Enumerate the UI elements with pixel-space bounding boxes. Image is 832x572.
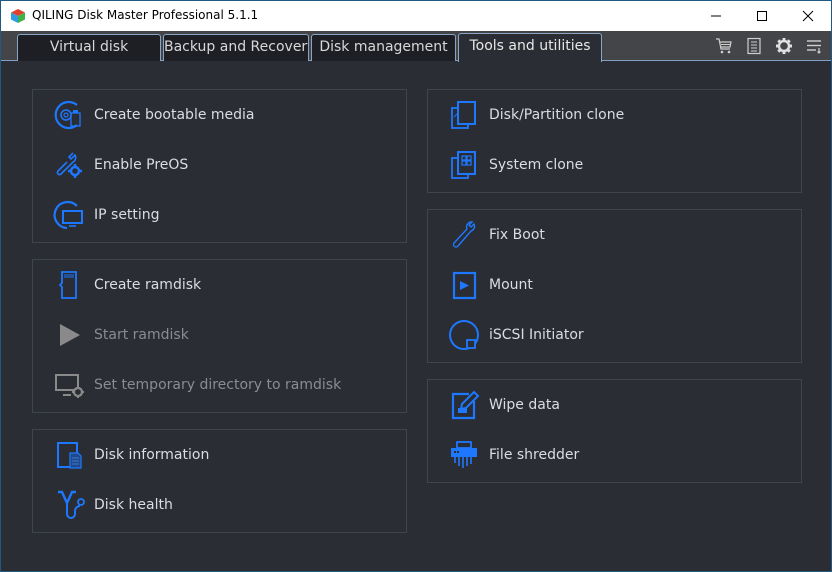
wipe-edit-icon [451, 390, 480, 420]
item-label: Create bootable media [94, 107, 255, 123]
tools-gear-icon [56, 152, 82, 178]
tab-bar: Virtual disk Backup and Recovery Disk ma… [1, 31, 831, 62]
item-label: System clone [489, 157, 584, 173]
file-shredder-item[interactable]: File shredder [448, 438, 579, 472]
iscsi-icon [449, 320, 479, 350]
item-label: Wipe data [489, 397, 560, 413]
disk-info-icon [57, 442, 82, 469]
system-clone-icon [451, 151, 476, 179]
ip-setting-item[interactable]: IP setting [53, 198, 160, 232]
ramdisk-panel: Create ramdisk Start ramdisk Set tempora… [32, 259, 407, 413]
minimize-button[interactable] [693, 1, 739, 31]
item-label: Start ramdisk [94, 327, 189, 343]
close-icon [802, 10, 814, 22]
item-label: iSCSI Initiator [489, 327, 584, 343]
menu-icon[interactable] [805, 37, 823, 55]
minimize-icon [711, 15, 721, 17]
tab-disk-management[interactable]: Disk management [311, 34, 456, 61]
maximize-icon [757, 11, 767, 21]
settings-gear-icon[interactable] [775, 37, 793, 55]
close-button[interactable] [785, 1, 831, 31]
sd-card-icon [58, 271, 77, 299]
clone-panel: Disk/Partition clone System clone [427, 89, 802, 193]
disk-info-panel: Disk information Disk health [32, 429, 407, 533]
cart-icon[interactable] [715, 37, 733, 55]
create-bootable-media-item[interactable]: Create bootable media [53, 98, 255, 132]
enable-preos-item[interactable]: Enable PreOS [53, 148, 188, 182]
stethoscope-icon [58, 490, 85, 519]
repair-panel: Fix Boot Mount iSCSI Initiator [427, 209, 802, 363]
create-ramdisk-item[interactable]: Create ramdisk [53, 268, 201, 302]
system-clone-item[interactable]: System clone [448, 148, 583, 182]
item-label: Disk health [94, 497, 173, 513]
app-logo-icon [11, 9, 25, 23]
monitor-gear-icon [55, 374, 84, 398]
bootable-media-icon [54, 100, 81, 130]
disk-partition-clone-item[interactable]: Disk/Partition clone [448, 98, 624, 132]
ip-monitor-icon [53, 200, 83, 230]
iscsi-initiator-item[interactable]: iSCSI Initiator [448, 318, 584, 352]
item-label: Enable PreOS [94, 157, 189, 173]
item-label: Disk/Partition clone [489, 107, 625, 123]
maximize-button[interactable] [739, 1, 785, 31]
tab-virtual-disk[interactable]: Virtual disk [17, 34, 161, 61]
item-label: File shredder [489, 447, 580, 463]
wipe-data-item[interactable]: Wipe data [448, 388, 560, 422]
fix-boot-item[interactable]: Fix Boot [448, 218, 545, 252]
item-label: Create ramdisk [94, 277, 202, 293]
boot-tools-panel: Create bootable media Enable PreOS IP se… [32, 89, 407, 243]
tab-tools-and-utilities[interactable]: Tools and utilities [458, 33, 602, 62]
window-title: QILING Disk Master Professional 5.1.1 [32, 8, 259, 22]
start-ramdisk-item[interactable]: Start ramdisk [53, 318, 189, 352]
wrench-icon [452, 221, 476, 248]
app-window: QILING Disk Master Professional 5.1.1 Vi… [0, 0, 832, 572]
item-label: Set temporary directory to ramdisk [94, 377, 342, 393]
wipe-panel: Wipe data File shredder [427, 379, 802, 483]
item-label: Mount [489, 277, 533, 293]
tab-backup-and-recovery[interactable]: Backup and Recovery [163, 34, 309, 61]
item-label: Disk information [94, 447, 210, 463]
item-label: Fix Boot [489, 227, 545, 243]
disk-clone-icon [451, 101, 476, 129]
shredder-icon [451, 441, 477, 468]
play-icon [60, 324, 80, 346]
log-icon[interactable] [745, 37, 763, 55]
disk-information-item[interactable]: Disk information [53, 438, 209, 472]
mount-item[interactable]: Mount [448, 268, 533, 302]
title-bar: QILING Disk Master Professional 5.1.1 [1, 1, 831, 31]
mount-play-icon [452, 271, 477, 300]
set-temp-dir-item[interactable]: Set temporary directory to ramdisk [53, 368, 341, 402]
item-label: IP setting [94, 207, 160, 223]
disk-health-item[interactable]: Disk health [53, 488, 173, 522]
